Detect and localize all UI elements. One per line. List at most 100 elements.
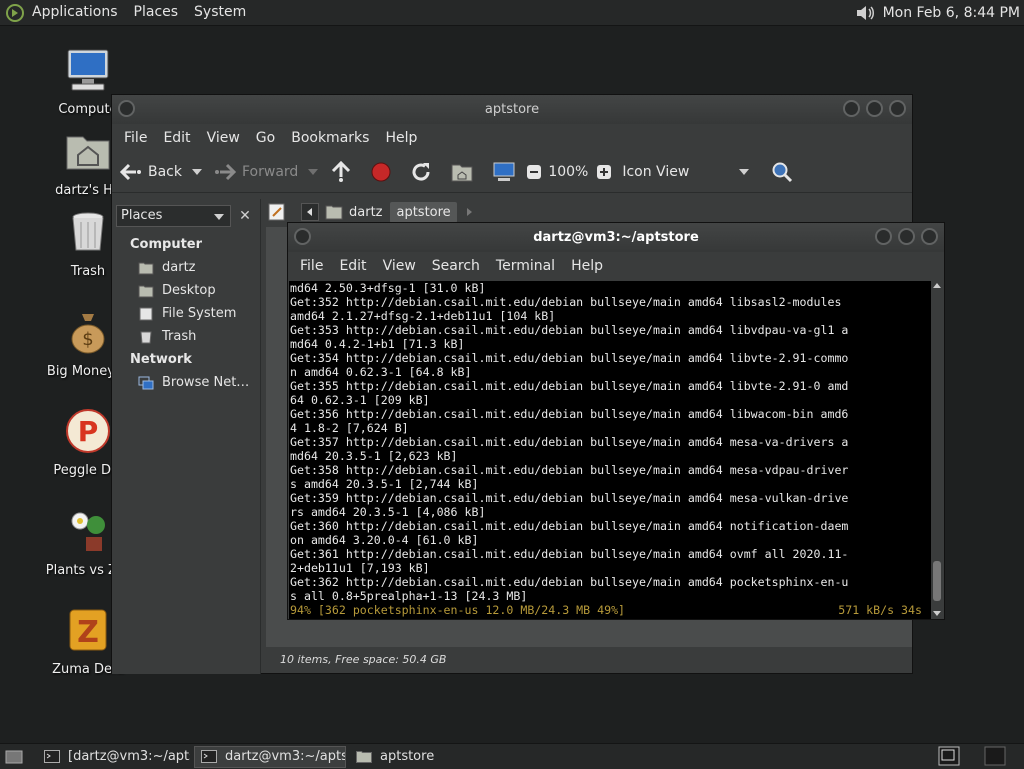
places-selector[interactable]: Places <box>116 205 231 227</box>
terminal-icon <box>201 750 217 763</box>
menu-edit[interactable]: Edit <box>331 258 374 274</box>
peggle-icon: P <box>66 409 110 453</box>
scroll-down-icon[interactable] <box>933 611 941 616</box>
svg-text:Z: Z <box>77 615 99 650</box>
home-folder-icon <box>66 136 110 170</box>
menu-file[interactable]: File <box>116 130 155 146</box>
menu-file[interactable]: File <box>292 258 331 274</box>
up-arrow-icon[interactable] <box>330 161 352 183</box>
places-menu[interactable]: Places <box>126 0 187 25</box>
menu-bookmarks[interactable]: Bookmarks <box>283 130 377 146</box>
sidebar-item-filesystem[interactable]: File System <box>138 306 236 321</box>
terminal-line: Get:352 http://debian.csail.mit.edu/debi… <box>290 295 842 309</box>
back-arrow-icon <box>120 163 141 181</box>
terminal-line: rs amd64 20.3.5-1 [4,086 kB] <box>290 505 486 519</box>
system-menu[interactable]: System <box>186 0 254 25</box>
volume-icon[interactable] <box>855 3 877 23</box>
terminal-line: Get:356 http://debian.csail.mit.edu/debi… <box>290 407 849 421</box>
menu-edit[interactable]: Edit <box>155 130 198 146</box>
computer-icon[interactable] <box>492 161 516 183</box>
terminal-line: Get:354 http://debian.csail.mit.edu/debi… <box>290 351 849 365</box>
breadcrumb-left-arrow[interactable] <box>301 203 319 221</box>
maximize-button[interactable] <box>866 100 883 117</box>
terminal-line: Get:361 http://debian.csail.mit.edu/debi… <box>290 547 849 561</box>
scroll-up-icon[interactable] <box>933 283 941 288</box>
terminal-line: Get:359 http://debian.csail.mit.edu/debi… <box>290 491 849 505</box>
workspace-switcher-icon[interactable] <box>938 746 960 766</box>
zoom-out-icon[interactable] <box>526 164 542 180</box>
svg-text:$: $ <box>82 329 93 350</box>
close-button[interactable] <box>921 228 938 245</box>
trash-icon <box>140 331 152 343</box>
trash-icon <box>72 212 104 251</box>
show-desktop-icon[interactable] <box>4 748 26 766</box>
svg-text:P: P <box>78 415 99 448</box>
zoom-in-icon[interactable] <box>596 164 612 180</box>
back-button[interactable]: Back <box>120 163 182 181</box>
window-title: dartz@vm3:~/aptstore <box>533 230 699 245</box>
terminal-window[interactable]: dartz@vm3:~/aptstore File Edit View Sear… <box>287 222 945 620</box>
reload-icon[interactable] <box>410 161 432 183</box>
taskbar-item-aptstore[interactable]: aptstore <box>350 746 502 768</box>
terminal-line: s amd64 20.3.5-1 [2,744 kB] <box>290 477 479 491</box>
menu-help[interactable]: Help <box>563 258 611 274</box>
back-history-dropdown[interactable] <box>192 169 202 175</box>
download-progress-line: 94% [362 pocketsphinx-en-us 12.0 MB/24.3… <box>290 603 922 617</box>
workspace-switcher-icon-2[interactable] <box>984 746 1006 766</box>
progress-status: 94% [362 pocketsphinx-en-us 12.0 MB/24.3… <box>290 603 626 617</box>
applications-menu[interactable]: Applications <box>24 0 126 25</box>
filesystem-icon <box>139 307 153 320</box>
file-manager-titlebar[interactable]: aptstore <box>112 95 912 124</box>
clock[interactable]: Mon Feb 6, 8:44 PM <box>883 5 1020 21</box>
edit-location-icon[interactable] <box>267 202 287 222</box>
sidebar-item-browse-network[interactable]: Browse Net… <box>138 375 249 390</box>
scrollbar-thumb[interactable] <box>933 561 941 601</box>
minimize-button[interactable] <box>875 228 892 245</box>
taskbar-item-terminal-1[interactable]: [dartz@vm3:~/apts… <box>38 746 190 768</box>
menu-go[interactable]: Go <box>248 130 283 146</box>
menu-help[interactable]: Help <box>377 130 425 146</box>
window-menu-icon[interactable] <box>294 228 311 245</box>
home-icon[interactable] <box>450 161 474 183</box>
breadcrumb-aptstore[interactable]: aptstore <box>390 201 457 223</box>
sidebar-item-dartz[interactable]: dartz <box>138 260 195 275</box>
stop-icon[interactable] <box>370 161 392 183</box>
close-sidebar-icon[interactable]: ✕ <box>234 205 256 227</box>
desktop-folder-icon <box>138 285 154 297</box>
close-button[interactable] <box>889 100 906 117</box>
maximize-button[interactable] <box>898 228 915 245</box>
menu-search[interactable]: Search <box>424 258 488 274</box>
breadcrumb-right-arrow[interactable] <box>466 208 472 216</box>
forward-history-dropdown[interactable] <box>308 169 319 175</box>
computer-icon <box>67 49 109 91</box>
terminal-line: md64 20.3.5-1 [2,623 kB] <box>290 449 458 463</box>
terminal-output[interactable]: md64 2.50.3+dfsg-1 [31.0 kB] Get:352 htt… <box>289 281 932 619</box>
forward-button[interactable]: Forward <box>214 163 298 181</box>
terminal-scrollbar[interactable] <box>931 281 943 619</box>
money-bag-icon: $ <box>71 314 105 354</box>
chevron-down-icon <box>214 214 224 220</box>
window-menu-icon[interactable] <box>118 100 135 117</box>
menu-terminal[interactable]: Terminal <box>488 258 563 274</box>
sidebar-item-label: Browse Net… <box>162 375 250 390</box>
menu-view[interactable]: View <box>199 130 248 146</box>
breadcrumb-dartz[interactable]: dartz <box>343 202 388 223</box>
debian-menu-icon[interactable] <box>6 3 24 22</box>
sidebar-item-label: Desktop <box>162 283 216 298</box>
view-mode-select[interactable]: Icon View <box>622 164 689 180</box>
menu-view[interactable]: View <box>375 258 424 274</box>
terminal-titlebar[interactable]: dartz@vm3:~/aptstore <box>288 223 944 252</box>
taskbar-item-terminal-2[interactable]: dartz@vm3:~/aptst… <box>194 745 346 768</box>
search-icon[interactable] <box>771 161 793 183</box>
file-manager-toolbar: Back Forward 100% Icon View <box>112 152 912 193</box>
sidebar-item-desktop[interactable]: Desktop <box>138 283 216 298</box>
top-panel: Applications Places System Mon Feb 6, 8:… <box>0 0 1024 26</box>
view-mode-dropdown[interactable] <box>739 169 750 175</box>
sidebar-item-label: dartz <box>162 260 196 275</box>
minimize-button[interactable] <box>843 100 860 117</box>
terminal-menubar: File Edit View Search Terminal Help <box>288 252 944 280</box>
sidebar-item-trash[interactable]: Trash <box>138 329 196 344</box>
taskbar-item-label: dartz@vm3:~/aptst… <box>225 749 345 764</box>
sidebar-item-label: File System <box>162 306 237 321</box>
home-folder-icon <box>138 262 154 274</box>
